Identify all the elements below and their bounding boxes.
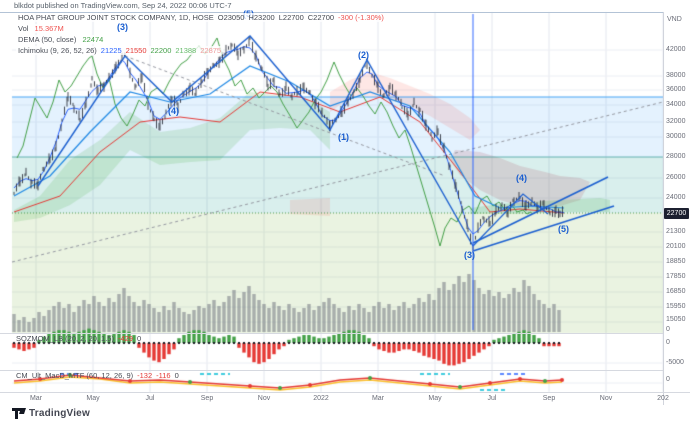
elliott-wave-label[interactable]: (3) [117, 22, 128, 32]
legend-ichimoku-row[interactable]: Ichimoku (9, 26, 52, 26) 21225 21550 22200 2… [16, 46, 224, 56]
legend-sqzmom-row[interactable]: SQZMOM_LB (20, 2, 20, 1.5) -429 0 [16, 334, 141, 344]
indicator-axis-label: 0 [666, 376, 670, 383]
price-axis-label: 36000 [666, 86, 686, 93]
elliott-wave-label[interactable]: (1) [338, 132, 349, 142]
price-axis-label: 28000 [666, 153, 686, 160]
volume-label: Vol [18, 24, 29, 33]
ichiParts-value: 22875 [200, 46, 222, 55]
price-axis-label: 34000 [666, 101, 686, 108]
time-axis-label: May [428, 395, 442, 402]
legend-dema-row[interactable]: DEMA (50, close) 22474 [16, 35, 106, 45]
ohlcParts-value: O23050 [217, 13, 245, 22]
publish-attribution: blkdot published on TradingView.com, Sep… [14, 1, 232, 10]
indicator-axis-label: -5000 [666, 359, 684, 366]
time-axis-label: Nov [599, 395, 613, 402]
macdParts-value: -132 [137, 371, 153, 380]
time-axis-border [0, 392, 690, 393]
price-axis-label: 24000 [666, 194, 686, 201]
price-axis-label: 20100 [666, 243, 686, 250]
symbol-title: HOA PHAT GROUP JOINT STOCK COMPANY, 1D, … [18, 13, 214, 22]
tradingview-logo[interactable]: TradingView [12, 408, 90, 419]
chart-plot-area[interactable] [0, 0, 690, 426]
time-axis-label: Sep [200, 395, 214, 402]
ohlcParts-value: C22700 [307, 13, 335, 22]
tradingview-logo-icon [12, 408, 26, 419]
sqzmom-label: SQZMOM_LB (20, 2, 20, 1.5) [16, 334, 114, 343]
time-axis-label: 202 [657, 395, 669, 402]
ohlcParts-value: L22700 [278, 13, 304, 22]
ichiParts-value: 21388 [175, 46, 197, 55]
sqzParts-value: 0 [136, 334, 142, 343]
dema-label: DEMA (50, close) [18, 35, 77, 44]
elliott-wave-label[interactable]: (3) [464, 250, 475, 260]
time-axis-label: Mar [371, 395, 385, 402]
price-axis-label: 15950 [666, 303, 686, 310]
price-axis-label: 21300 [666, 228, 686, 235]
price-axis-label: 16850 [666, 288, 686, 295]
legend-symbol-row[interactable]: HOA PHAT GROUP JOINT STOCK COMPANY, 1D, … [16, 13, 386, 23]
macd-label: CM_Ult_MacD_MTF (60, 12, 26, 9) [16, 371, 134, 380]
elliott-wave-label[interactable]: (4) [516, 173, 527, 183]
indicator-axis-label: 0 [666, 339, 670, 346]
macdParts-value: -116 [156, 371, 171, 380]
price-axis-label: 15050 [666, 316, 686, 323]
price-axis-label: 30000 [666, 133, 686, 140]
ichimoku-label: Ichimoku (9, 26, 52, 26) [18, 46, 97, 55]
time-axis-label: Sep [542, 395, 556, 402]
tradingview-logo-text: TradingView [29, 408, 90, 419]
time-axis-label: May [86, 395, 100, 402]
legend-volume-row[interactable]: Vol 15.367M [16, 24, 66, 34]
ichiParts-value: 22200 [150, 46, 172, 55]
ichiParts-value: 21225 [100, 46, 122, 55]
sqzParts-value: -429 [117, 334, 133, 343]
price-axis-label: 0 [666, 326, 670, 333]
time-axis-label: Mar [29, 395, 43, 402]
elliott-wave-label[interactable]: (5) [558, 224, 569, 234]
price-axis-currency: VND [667, 16, 682, 23]
price-axis-label: 32000 [666, 118, 686, 125]
ichiParts-value: 21550 [125, 46, 147, 55]
time-axis-label: Jul [487, 395, 497, 402]
time-axis-label: 2022 [313, 395, 329, 402]
time-axis-label: Jul [145, 395, 155, 402]
price-axis-label: 26000 [666, 174, 686, 181]
last-price-badge: 22700 [664, 208, 689, 219]
tradingview-published-chart: blkdot published on TradingView.com, Sep… [0, 0, 690, 426]
ohlcParts-value: H23200 [248, 13, 275, 22]
volume-value: 15.367M [34, 24, 64, 33]
price-axis-label: 17850 [666, 273, 686, 280]
ohlcParts-value: -300 (-1.30%) [338, 13, 384, 22]
elliott-wave-label[interactable]: (4) [168, 106, 179, 116]
legend-macd-row[interactable]: CM_Ult_MacD_MTF (60, 12, 26, 9) -132 -116 0 [16, 371, 179, 381]
dema-value: 22474 [82, 35, 104, 44]
time-axis-label: Nov [257, 395, 271, 402]
macdParts-value: 0 [174, 371, 179, 380]
price-axis-label: 38000 [666, 72, 686, 79]
elliott-wave-label[interactable]: (2) [358, 50, 369, 60]
price-axis-label: 18850 [666, 258, 686, 265]
price-axis-label: 42000 [666, 46, 686, 53]
